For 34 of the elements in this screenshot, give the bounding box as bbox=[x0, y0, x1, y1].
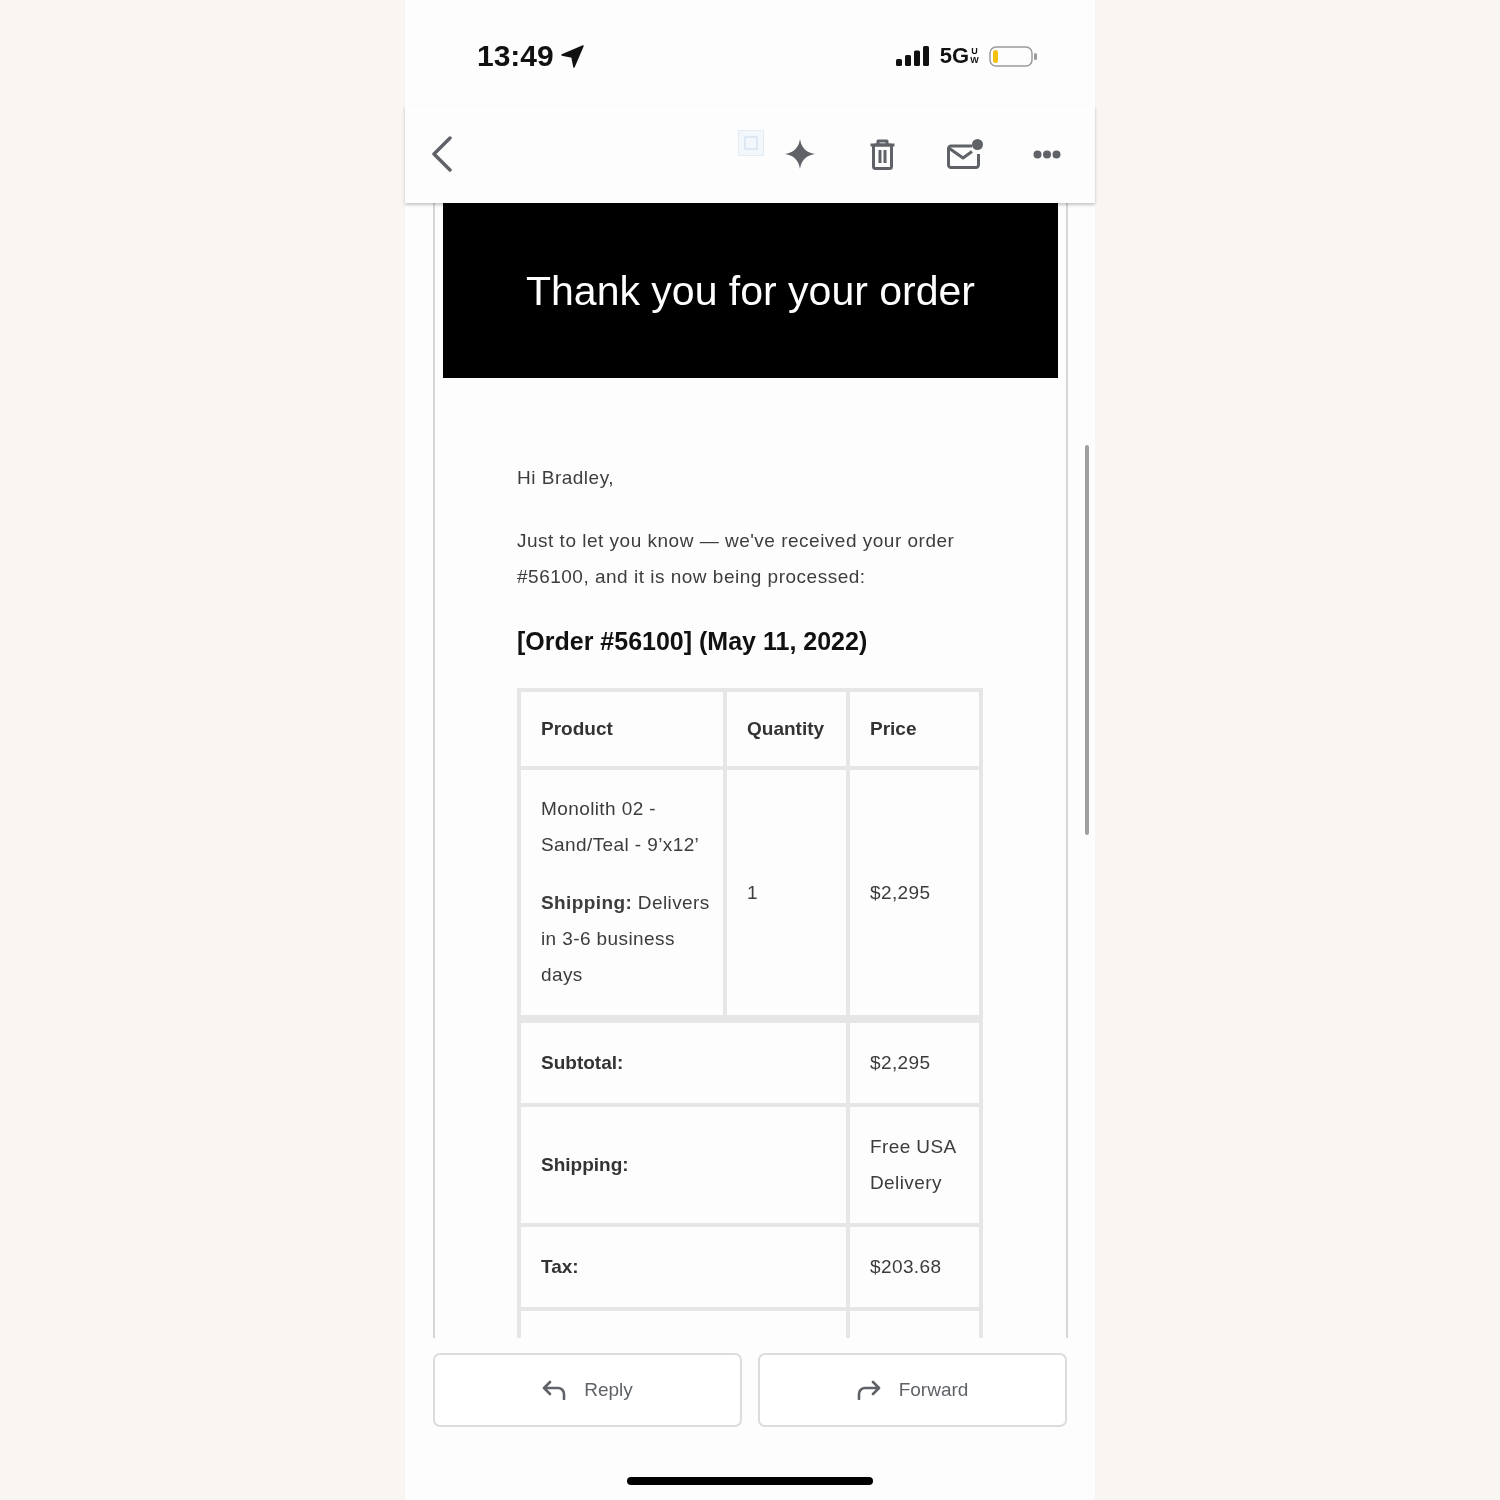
battery-icon bbox=[989, 45, 1037, 67]
table-cell: $2,295 bbox=[850, 1019, 983, 1107]
sparkle-icon[interactable] bbox=[785, 139, 815, 169]
message-text: Just to let you know — we've received your order #56100, and it is now being processed: bbox=[517, 529, 956, 589]
action-button[interactable]: Forward bbox=[758, 1353, 1067, 1427]
scrollbar[interactable] bbox=[1085, 445, 1089, 835]
mail-unread-icon[interactable] bbox=[947, 139, 983, 169]
shipping-note: Shipping: Delivers in 3-6 business days bbox=[541, 891, 711, 987]
table-cell: Free USA Delivery bbox=[850, 1107, 983, 1227]
column-header: Price bbox=[850, 692, 983, 770]
location-arrow-icon bbox=[560, 44, 584, 68]
table-cell: Tax: bbox=[521, 1227, 850, 1311]
back-icon[interactable] bbox=[431, 136, 453, 172]
banner-title: Thank you for your order bbox=[526, 266, 975, 316]
forward-arrow-icon bbox=[856, 1380, 881, 1400]
broken-image-icon bbox=[738, 130, 764, 156]
more-options-icon[interactable] bbox=[1033, 149, 1061, 159]
column-header: Quantity bbox=[727, 692, 850, 770]
greeting-text: Hi Bradley, bbox=[517, 466, 615, 490]
action-button[interactable]: Reply bbox=[433, 1353, 742, 1427]
product-name: Monolith 02 - Sand/Teal - 9’x12’ bbox=[541, 797, 701, 857]
reply-arrow-icon bbox=[542, 1380, 567, 1400]
trash-icon[interactable] bbox=[869, 138, 896, 170]
table-cell: Subtotal: bbox=[521, 1019, 850, 1107]
table-cell: Shipping: bbox=[521, 1107, 850, 1227]
table-cell: 1 bbox=[727, 770, 850, 1019]
table-cell: $2,295 bbox=[850, 770, 983, 1019]
network-type: 5G bbox=[939, 44, 969, 68]
status-time: 13:49 bbox=[477, 38, 554, 74]
column-header: Product bbox=[521, 692, 727, 770]
signal-bars-icon bbox=[895, 46, 929, 66]
table-cell: $203.68 bbox=[850, 1227, 983, 1311]
network-suffix-label: UW bbox=[970, 47, 979, 65]
order-heading: [Order #56100] (May 11, 2022) bbox=[517, 626, 869, 656]
